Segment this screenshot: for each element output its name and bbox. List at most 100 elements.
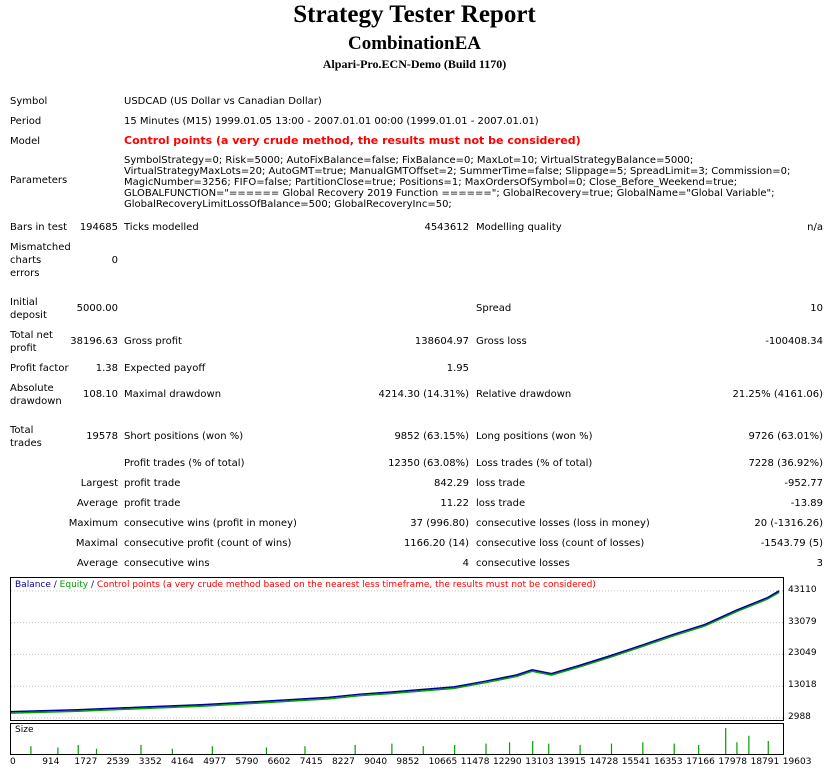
x-tick-label: 18791 [750,757,780,767]
chart-legend: Balance / Equity / Control points (a ver… [15,580,596,590]
netprofit-label-2: profit [10,343,37,354]
x-tick-label: 19603 [782,757,812,767]
largest-loss-value: -952.77 [784,478,823,489]
largest-label: Largest [80,478,118,489]
maximal-profit-label: consecutive profit (count of wins) [124,538,292,549]
legend-balance: Balance [15,580,51,590]
long-value: 9726 (63.01%) [748,431,823,442]
average-profit-label: profit trade [124,498,181,509]
y-tick-label: 2988 [788,712,811,722]
symbol-label: Symbol [10,96,48,107]
mismatch-label-1: Mismatched [10,242,71,253]
size-bar [748,735,750,754]
size-bar [673,743,675,754]
max-losses-label: consecutive losses (loss in money) [476,518,650,529]
size-bar [454,744,456,754]
average-profit-value: 11.22 [440,498,469,509]
deposit-label-2: deposit [10,310,47,321]
size-bar [57,747,59,754]
size-chart: Size [10,723,784,755]
largest-profit-label: profit trade [124,478,181,489]
maximal-loss-value: -1543.79 (5) [760,538,823,549]
x-tick-label: 0 [10,757,16,767]
maxdd-value: 4214.30 (14.31%) [378,389,469,400]
x-tick-label: 10665 [428,757,458,767]
legend-note: Control points (a very crude method base… [96,580,596,590]
x-tick-label: 13103 [525,757,554,767]
largest-profit-value: 842.29 [434,478,469,489]
size-bar [508,742,511,754]
trades-value: 19578 [86,431,118,442]
size-chart-svg [30,728,769,754]
balance-chart: Balance / Equity / Control points (a ver… [10,577,784,721]
parameters-value: SymbolStrategy=0; Risk=5000; AutoFixBala… [124,155,791,210]
size-bar [304,746,306,754]
max-losses-value: 20 (-1316.26) [754,518,823,529]
size-bar [30,746,32,754]
x-tick-label: 11478 [460,757,490,767]
x-tick-label: 15541 [621,757,651,767]
size-bar [211,746,213,754]
period-label: Period [10,116,42,127]
netprofit-label-1: Total net [10,330,53,341]
size-bar [422,746,424,754]
report-title: Strategy Tester Report [293,1,536,28]
period-value: 15 Minutes (M15) 1999.01.05 13:00 - 2007… [124,116,539,127]
x-tick-label: 9852 [396,757,420,767]
largest-loss-label: loss trade [476,478,526,489]
size-bar [610,743,613,754]
payoff-value: 1.95 [446,363,469,374]
size-bar [391,743,393,754]
bars-label: Bars in test [10,222,67,233]
size-bar [698,744,700,754]
max-wins-value: 37 (996.80) [410,518,469,529]
x-tick-label: 7415 [299,757,323,767]
size-bar [642,742,644,754]
quality-value: n/a [807,222,823,233]
size-bar [265,747,268,754]
symbol-value: USDCAD (US Dollar vs Canadian Dollar) [124,96,322,107]
x-tick-label: 914 [42,757,60,767]
size-bar [725,728,727,754]
grossprofit-value: 138604.97 [414,336,469,347]
average-loss-label: loss trade [476,498,526,509]
size-bar [140,744,142,754]
bars-value: 194685 [79,222,118,233]
ticks-label: Ticks modelled [124,222,199,233]
legend-sep-2: / [88,580,97,590]
mismatch-label-2: charts [10,255,42,266]
model-label: Model [10,136,41,147]
size-label: Size [15,725,34,735]
size-bar [485,743,487,754]
trades-label-2: trades [10,438,42,449]
x-tick-label: 1727 [74,757,98,767]
size-bar [171,748,173,754]
size-bar [532,741,534,754]
spread-label: Spread [476,303,512,314]
maximal-label: Maximal [75,538,118,549]
model-value: Control points (a very crude method, the… [124,134,581,147]
grossloss-value: -100408.34 [765,336,823,347]
maximum-label: Maximum [68,518,118,529]
y-tick-label: 23049 [788,648,817,659]
server-build: Alpari-Pro.ECN-Demo (Build 1170) [322,57,507,71]
short-value: 9852 (63.15%) [394,431,469,442]
x-tick-label: 4977 [203,757,227,767]
x-tick-label: 4164 [171,757,194,767]
trades-label-1: Total [10,425,34,436]
balance-chart-svg [10,590,783,719]
losstrades-value: 7228 (36.92%) [748,458,823,469]
netprofit-value: 38196.63 [70,336,118,347]
size-bar [548,743,550,754]
mismatch-label-3: errors [10,268,40,279]
x-tick-label: 2539 [106,757,130,767]
maximal-profit-value: 1166.20 (14) [403,538,469,549]
average-loss-value: -13.89 [790,498,823,509]
avg-wins-label: consecutive wins [124,558,210,569]
size-bar [767,741,769,754]
x-tick-label: 13915 [557,757,587,767]
y-tick-label: 43110 [788,584,817,595]
size-bar [95,748,98,754]
avg-wins-value: 4 [462,558,469,569]
profittrades-value: 12350 (63.08%) [388,458,469,469]
